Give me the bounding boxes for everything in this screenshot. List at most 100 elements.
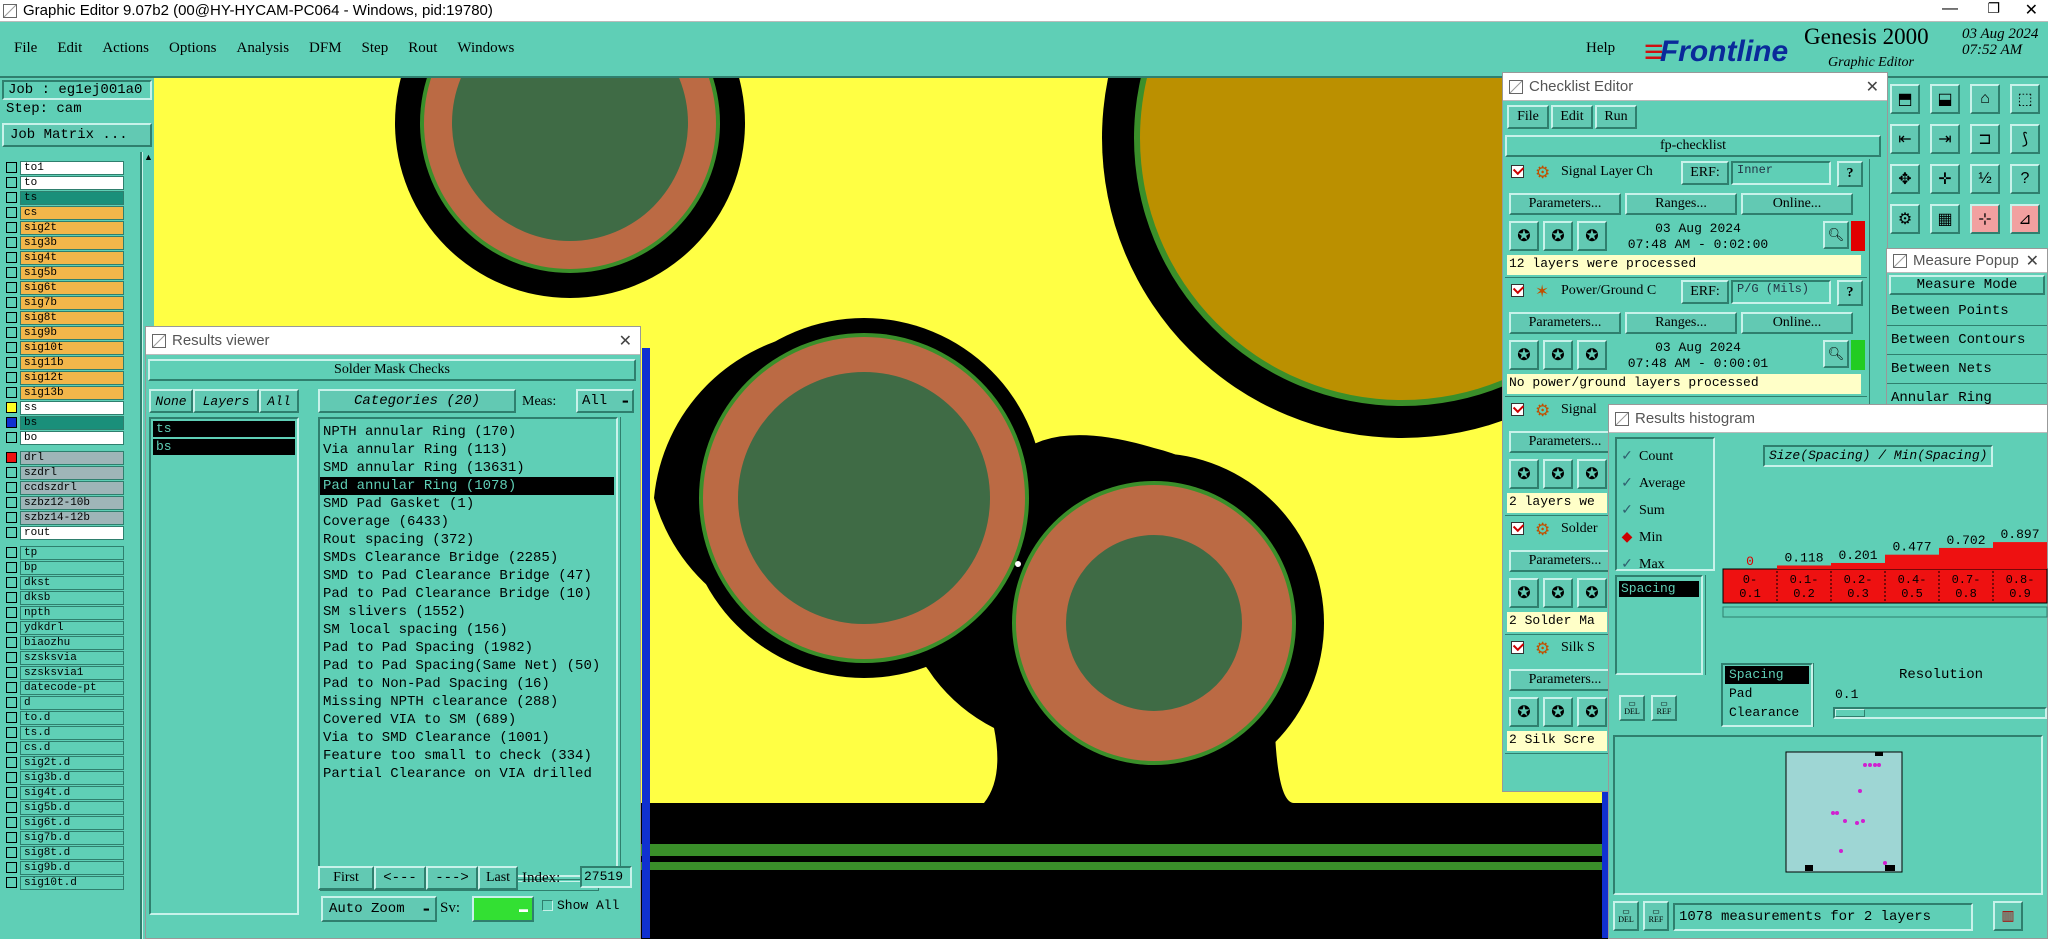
layer-row[interactable]: cs: [6, 205, 124, 220]
move-icon[interactable]: ✥: [1890, 164, 1920, 194]
layer-row[interactable]: sig4t.d: [6, 785, 124, 800]
measure-list-scrollbar[interactable]: [1705, 575, 1717, 675]
histogram-titlebar[interactable]: Results histogram: [1609, 405, 2047, 433]
close-icon[interactable]: ✕: [1866, 77, 1879, 97]
type-list-item[interactable]: Pad: [1725, 685, 1809, 703]
run-action-icon[interactable]: ✪: [1577, 221, 1607, 251]
categories-button[interactable]: Categories (20): [318, 389, 516, 413]
layer-toggle-checkbox[interactable]: [6, 222, 17, 233]
category-item[interactable]: SMDs Clearance Bridge (2285): [320, 549, 614, 567]
menu-rout[interactable]: Rout: [408, 40, 437, 60]
online-button[interactable]: Online...: [1741, 193, 1853, 215]
erf-value[interactable]: Inner: [1731, 161, 1831, 185]
measure-mode-item[interactable]: Between Points: [1887, 297, 2047, 326]
open-icon[interactable]: ⬒: [1890, 84, 1920, 114]
parameters-button[interactable]: Parameters...: [1509, 669, 1621, 691]
overview-map[interactable]: [1785, 751, 1905, 875]
run-action-icon[interactable]: ✪: [1509, 221, 1539, 251]
measure-list-item[interactable]: Spacing: [1619, 581, 1699, 597]
layer-name[interactable]: cs: [20, 205, 124, 220]
layer-name[interactable]: sig7b: [20, 295, 124, 310]
layer-row[interactable]: ts: [6, 190, 124, 205]
layer-row[interactable]: sig4t: [6, 250, 124, 265]
category-item[interactable]: Pad to Non-Pad Spacing (16): [320, 675, 614, 693]
layer-row[interactable]: sig13b: [6, 385, 124, 400]
layer-toggle-checkbox[interactable]: [6, 697, 17, 708]
checklist-item-checkbox[interactable]: [1511, 641, 1524, 654]
layer-row[interactable]: sig9b.d: [6, 860, 124, 875]
scale-icon[interactable]: ½: [1970, 164, 2000, 194]
layer-row[interactable]: tp: [6, 545, 124, 560]
layer-toggle-checkbox[interactable]: [6, 177, 17, 188]
none-button[interactable]: None: [149, 389, 193, 413]
parameters-button[interactable]: Parameters...: [1509, 193, 1621, 215]
zoom-fit-icon[interactable]: ⬚: [2010, 84, 2040, 114]
layer-row[interactable]: sig6t.d: [6, 815, 124, 830]
checklist-item-name[interactable]: Power/Ground C: [1561, 283, 1681, 299]
selected-layer-item[interactable]: ts: [153, 421, 295, 437]
layer-name[interactable]: szsksvia: [20, 650, 124, 665]
run-action-icon[interactable]: ✪: [1577, 578, 1607, 608]
show-all-checkbox[interactable]: Show All: [542, 898, 619, 913]
layer-row[interactable]: bs: [6, 415, 124, 430]
type-list-item[interactable]: Spacing: [1725, 666, 1809, 684]
layer-name[interactable]: dksb: [20, 590, 124, 605]
layer-toggle-checkbox[interactable]: [6, 342, 17, 353]
layer-toggle-checkbox[interactable]: [6, 862, 17, 873]
layer-toggle-checkbox[interactable]: [6, 667, 17, 678]
layer-toggle-checkbox[interactable]: [6, 772, 17, 783]
layer-toggle-checkbox[interactable]: [6, 512, 17, 523]
pan-left-icon[interactable]: ⇤: [1890, 124, 1920, 154]
layer-toggle-checkbox[interactable]: [6, 527, 17, 538]
layer-name[interactable]: sig3b: [20, 235, 124, 250]
layer-name[interactable]: ts.d: [20, 725, 124, 740]
layer-toggle-checkbox[interactable]: [6, 192, 17, 203]
histogram-bar[interactable]: [1993, 542, 2047, 569]
histogram-scrollbar[interactable]: [1722, 606, 2048, 618]
measure-list[interactable]: Spacing: [1615, 575, 1703, 675]
layer-name[interactable]: sig11b: [20, 355, 124, 370]
pan-right-icon[interactable]: ⇥: [1930, 124, 1960, 154]
category-item[interactable]: Via annular Ring (113): [320, 441, 614, 459]
layer-toggle-checkbox[interactable]: [6, 402, 17, 413]
layer-toggle-checkbox[interactable]: [6, 652, 17, 663]
snap-icon[interactable]: ⊐: [1970, 124, 2000, 154]
checklist-item-checkbox[interactable]: [1511, 165, 1524, 178]
layer-toggle-checkbox[interactable]: [6, 252, 17, 263]
job-matrix-button[interactable]: Job Matrix ...: [2, 123, 152, 147]
layer-row[interactable]: drl: [6, 450, 124, 465]
layer-toggle-checkbox[interactable]: [6, 162, 17, 173]
grid-icon[interactable]: ▦: [1930, 204, 1960, 234]
measure-popup-titlebar[interactable]: Measure Popup ✕: [1887, 249, 2047, 273]
layer-toggle-checkbox[interactable]: [6, 742, 17, 753]
layer-toggle-checkbox[interactable]: [6, 757, 17, 768]
erf-button[interactable]: ERF:: [1681, 280, 1729, 304]
layer-name[interactable]: sig6t: [20, 280, 124, 295]
layer-row[interactable]: ccdszdrl: [6, 480, 124, 495]
help-icon[interactable]: ?: [1837, 161, 1863, 187]
layer-name[interactable]: sig3b.d: [20, 770, 124, 785]
sv-color-dropdown[interactable]: ▬: [472, 896, 534, 922]
layer-name[interactable]: szsksvia1: [20, 665, 124, 680]
layer-row[interactable]: biaozhu: [6, 635, 124, 650]
layer-row[interactable]: rout: [6, 525, 124, 540]
layer-name[interactable]: to.d: [20, 710, 124, 725]
histogram-bar[interactable]: [1777, 565, 1831, 569]
resolution-slider[interactable]: [1833, 707, 2047, 719]
layer-row[interactable]: d: [6, 695, 124, 710]
layer-toggle-checkbox[interactable]: [6, 592, 17, 603]
layer-toggle-checkbox[interactable]: [6, 637, 17, 648]
layer-name[interactable]: npth: [20, 605, 124, 620]
layer-name[interactable]: sig4t: [20, 250, 124, 265]
layer-toggle-checkbox[interactable]: [6, 877, 17, 888]
layer-row[interactable]: sig8t.d: [6, 845, 124, 860]
layer-name[interactable]: sig5b.d: [20, 800, 124, 815]
layer-toggle-checkbox[interactable]: [6, 547, 17, 558]
layer-name[interactable]: ydkdrl: [20, 620, 124, 635]
layer-toggle-checkbox[interactable]: [6, 847, 17, 858]
menu-dfm[interactable]: DFM: [309, 40, 342, 60]
layer-toggle-checkbox[interactable]: [6, 727, 17, 738]
categories-list[interactable]: NPTH annular Ring (170) Via annular Ring …: [318, 417, 618, 877]
layer-row[interactable]: ydkdrl: [6, 620, 124, 635]
layer-row[interactable]: to: [6, 175, 124, 190]
